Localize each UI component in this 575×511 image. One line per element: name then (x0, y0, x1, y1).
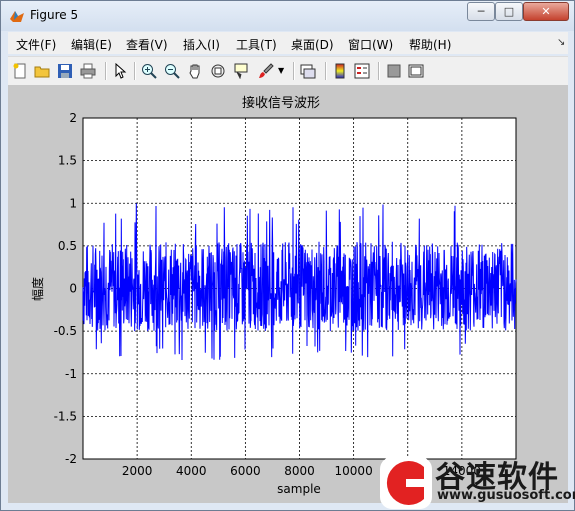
x-tick-label: 8000 (284, 464, 315, 478)
menu-desktop[interactable]: 桌面(D) (291, 36, 334, 53)
menu-window[interactable]: 窗口(W) (348, 36, 393, 53)
title-bar[interactable]: Figure 5 ─ □ ✕ (1, 1, 574, 31)
minimize-icon: ─ (477, 5, 485, 18)
x-tick-label: 10000 (335, 464, 373, 478)
brush-icon[interactable] (258, 63, 274, 79)
save-icon[interactable] (57, 63, 73, 79)
y-tick-label: -1.5 (54, 409, 77, 423)
y-tick-label: 2 (69, 111, 77, 125)
y-tick-label: -0.5 (54, 324, 77, 338)
menu-insert[interactable]: 插入(I) (183, 36, 220, 53)
x-axis-label: sample (277, 482, 321, 496)
data-cursor-icon[interactable] (233, 63, 249, 79)
menu-tools[interactable]: 工具(T) (236, 36, 277, 53)
minimize-button[interactable]: ─ (467, 2, 495, 21)
zoom-in-icon[interactable] (141, 63, 157, 79)
zoom-out-icon[interactable] (164, 63, 180, 79)
close-icon: ✕ (541, 5, 551, 18)
y-tick-label: 1.5 (58, 154, 77, 168)
toolbar: ▼ (8, 56, 568, 85)
y-tick-label: -1 (65, 367, 77, 381)
close-button[interactable]: ✕ (523, 2, 569, 21)
print-icon[interactable] (80, 63, 96, 79)
toolbar-separator (325, 62, 327, 80)
matlab-icon (10, 11, 24, 22)
rotate-3d-icon[interactable] (210, 63, 226, 79)
y-axis-label: 幅度 (30, 277, 45, 301)
window-title: Figure 5 (30, 8, 79, 22)
toolbar-separator (378, 62, 380, 80)
show-plot-tools-icon[interactable] (408, 63, 424, 79)
x-tick-label: 6000 (230, 464, 261, 478)
menu-help[interactable]: 帮助(H) (409, 36, 451, 53)
open-file-icon[interactable] (34, 63, 50, 79)
legend-icon[interactable] (354, 63, 370, 79)
menu-overflow-icon[interactable]: ↘ (557, 37, 565, 48)
brush-dropdown-icon[interactable]: ▼ (278, 66, 294, 82)
y-tick-label: 0 (69, 282, 77, 296)
menu-file[interactable]: 文件(F) (16, 36, 56, 53)
plot-svg[interactable]: 接收信号波形 2 1.5 1 0.5 0 -0.5 -1 -1.5 -2 2000 4000 600… (8, 85, 568, 503)
pan-hand-icon[interactable] (187, 63, 203, 79)
toolbar-separator (293, 62, 295, 80)
hide-plot-tools-icon[interactable] (386, 63, 402, 79)
link-plot-icon[interactable] (300, 63, 316, 79)
colorbar-icon[interactable] (332, 63, 348, 79)
watermark-logo-icon (380, 457, 432, 509)
maximize-button[interactable]: □ (495, 2, 523, 21)
maximize-icon: □ (503, 5, 515, 18)
menu-bar: 文件(F) 编辑(E) 查看(V) 插入(I) 工具(T) 桌面(D) 窗口(W… (8, 32, 568, 54)
x-tick-label: 4000 (176, 464, 207, 478)
y-tick-label: -2 (65, 452, 77, 466)
y-tick-label: 1 (69, 196, 77, 210)
menu-view[interactable]: 查看(V) (126, 36, 168, 53)
watermark-url: www.gusuosoft.com (437, 488, 575, 503)
toolbar-separator (134, 62, 136, 80)
menu-edit[interactable]: 编辑(E) (71, 36, 112, 53)
x-tick-label: 2000 (122, 464, 153, 478)
figure-canvas: 接收信号波形 2 1.5 1 0.5 0 -0.5 -1 -1.5 -2 2000 4000 600… (8, 85, 568, 503)
toolbar-separator (105, 62, 107, 80)
figure-window: Figure 5 ─ □ ✕ 文件(F) 编辑(E) 查看(V) 插入(I) 工… (0, 0, 575, 511)
chart-title: 接收信号波形 (242, 95, 320, 111)
edit-plot-arrow-icon[interactable] (112, 63, 128, 79)
new-figure-icon[interactable] (12, 63, 28, 79)
y-tick-labels: 2 1.5 1 0.5 0 -0.5 -1 -1.5 -2 (54, 111, 77, 466)
y-tick-label: 0.5 (58, 239, 77, 253)
